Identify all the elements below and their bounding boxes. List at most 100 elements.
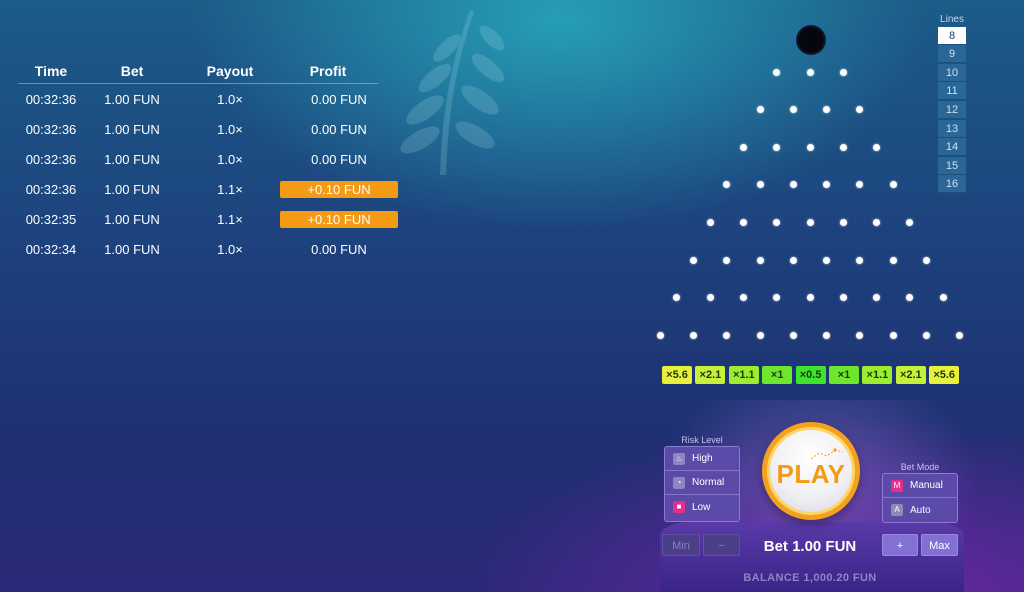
multiplier-slot: ×1.1 xyxy=(862,366,893,384)
risk-level-box: ♨ High ◔ Normal ■ Low xyxy=(664,446,740,522)
header-time: Time xyxy=(34,62,68,79)
cell-bet: 1.00 FUN xyxy=(104,241,160,257)
bet-mode-label: Manual xyxy=(910,480,943,491)
peg xyxy=(739,294,747,302)
lines-selector: Lines 8 9 10 11 12 13 14 15 16 xyxy=(938,14,966,194)
peg xyxy=(789,256,797,264)
peg xyxy=(773,294,781,302)
bet-mode-title: Bet Mode xyxy=(900,462,940,472)
peg xyxy=(723,256,731,264)
lines-option-16[interactable]: 16 xyxy=(938,175,966,194)
cell-profit: 0.00 FUN xyxy=(280,241,376,258)
balance-display: BALANCE 1,000.20 FUN xyxy=(743,572,877,584)
bet-mode-box: M Manual A Auto xyxy=(882,473,958,523)
lines-option-11[interactable]: 11 xyxy=(938,82,966,101)
peg xyxy=(789,106,797,114)
cell-bet: 1.00 FUN xyxy=(104,151,160,167)
cell-payout: 1.0× xyxy=(217,241,243,257)
peg xyxy=(823,106,831,114)
multiplier-slot: ×1.1 xyxy=(728,366,759,384)
peg xyxy=(756,331,764,339)
peg xyxy=(756,106,764,114)
max-bet-button[interactable]: Max xyxy=(921,534,958,556)
decrease-bet-button[interactable]: − xyxy=(703,534,740,556)
lines-option-8[interactable]: 8 xyxy=(938,26,966,45)
profit-value: 0.00 FUN xyxy=(311,121,367,137)
profit-value: 0.00 FUN xyxy=(311,241,367,257)
history-header: Time Bet Payout Profit xyxy=(18,58,378,84)
multiplier-slot: ×0.5 xyxy=(795,366,826,384)
peg xyxy=(939,294,947,302)
lines-option-15[interactable]: 15 xyxy=(938,156,966,175)
play-button[interactable]: PLAY xyxy=(762,422,860,520)
peg xyxy=(756,181,764,189)
peg xyxy=(873,218,881,226)
peg xyxy=(756,256,764,264)
peg xyxy=(856,106,864,114)
cell-payout: 1.0× xyxy=(217,91,243,107)
cell-time: 00:32:36 xyxy=(25,151,77,167)
header-payout: Payout xyxy=(206,62,254,79)
cell-payout: 1.0× xyxy=(217,121,243,137)
peg xyxy=(806,218,814,226)
peg xyxy=(739,143,747,151)
peg xyxy=(839,143,847,151)
peg xyxy=(723,331,731,339)
peg xyxy=(789,331,797,339)
cell-time: 00:32:36 xyxy=(25,181,77,197)
multiplier-slot: ×1 xyxy=(829,366,859,384)
profit-value: 0.00 FUN xyxy=(311,151,367,167)
flame-icon: ♨ xyxy=(673,452,685,465)
peg xyxy=(706,218,714,226)
header-profit: Profit xyxy=(309,62,347,79)
peg xyxy=(689,331,697,339)
peg xyxy=(839,68,847,76)
peg xyxy=(773,143,781,151)
lines-option-12[interactable]: 12 xyxy=(938,100,966,119)
multiplier-slot: ×5.6 xyxy=(929,366,960,384)
cell-bet: 1.00 FUN xyxy=(104,121,160,137)
peg xyxy=(689,256,697,264)
cell-profit: 0.00 FUN xyxy=(280,151,376,168)
cell-profit: 0.00 FUN xyxy=(280,121,376,138)
lines-option-14[interactable]: 14 xyxy=(938,138,966,157)
play-label: PLAY xyxy=(776,459,846,489)
lock-icon: ■ xyxy=(673,501,685,513)
peg xyxy=(773,218,781,226)
peg xyxy=(806,143,814,151)
risk-option-high[interactable]: ♨ High xyxy=(665,447,739,471)
risk-option-low[interactable]: ■ Low xyxy=(665,495,739,519)
min-bet-button[interactable]: Min xyxy=(662,534,700,556)
lines-option-13[interactable]: 13 xyxy=(938,119,966,138)
bet-mode-auto[interactable]: A Auto xyxy=(883,498,957,522)
cell-time: 00:32:36 xyxy=(25,121,77,137)
multiplier-row: ×5.6 ×2.1 ×1.1 ×1 ×0.5 ×1 ×1.1 ×2.1 ×5.6 xyxy=(662,366,962,384)
peg xyxy=(806,68,814,76)
multiplier-slot: ×2.1 xyxy=(695,366,726,384)
gauge-icon: ◔ xyxy=(673,476,685,489)
auto-icon: A xyxy=(891,504,903,516)
peg xyxy=(906,294,914,302)
table-row: 00:32:36 1.00 FUN 1.0× 0.00 FUN xyxy=(18,144,378,174)
cell-payout: 1.1× xyxy=(217,181,243,197)
peg xyxy=(889,181,897,189)
table-row: 00:32:36 1.00 FUN 1.0× 0.00 FUN xyxy=(18,84,378,114)
bet-mode-manual[interactable]: M Manual xyxy=(883,474,957,498)
risk-options: ♨ High ◔ Normal ■ Low xyxy=(665,447,739,519)
header-bet: Bet xyxy=(120,62,144,79)
peg xyxy=(806,294,814,302)
peg xyxy=(906,218,914,226)
peg xyxy=(923,331,931,339)
risk-option-label: Normal xyxy=(692,477,725,488)
peg xyxy=(823,181,831,189)
increase-bet-button[interactable]: + xyxy=(882,534,918,556)
cell-payout: 1.1× xyxy=(217,211,243,227)
lines-option-9[interactable]: 9 xyxy=(938,45,966,64)
cell-time: 00:32:35 xyxy=(25,211,77,227)
peg xyxy=(706,294,714,302)
lines-option-10[interactable]: 10 xyxy=(938,63,966,82)
multiplier-slot: ×2.1 xyxy=(895,366,926,384)
risk-option-normal[interactable]: ◔ Normal xyxy=(665,471,739,495)
cell-time: 00:32:36 xyxy=(25,91,77,107)
peg xyxy=(673,294,681,302)
